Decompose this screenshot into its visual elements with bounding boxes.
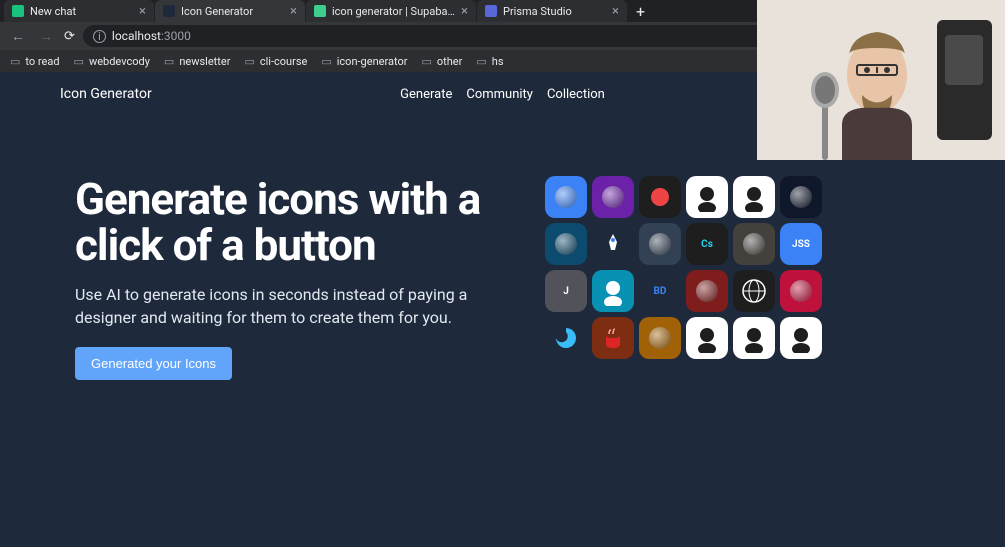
tab-close-icon[interactable]: × bbox=[139, 5, 146, 18]
bookmark-item[interactable]: ▭ to read bbox=[10, 55, 60, 68]
bookmark-label: hs bbox=[492, 55, 504, 68]
generated-icon[interactable] bbox=[545, 317, 587, 359]
tab-favicon bbox=[163, 5, 175, 17]
browser-tab[interactable]: Icon Generator × bbox=[155, 0, 305, 22]
generated-icon[interactable] bbox=[639, 176, 681, 218]
folder-icon: ▭ bbox=[421, 55, 431, 68]
folder-icon: ▭ bbox=[10, 55, 20, 68]
tab-title: New chat bbox=[30, 5, 133, 18]
generated-icon[interactable]: JSS bbox=[780, 223, 822, 265]
generated-icon[interactable] bbox=[592, 270, 634, 312]
generated-icon[interactable] bbox=[545, 223, 587, 265]
tab-title: Prisma Studio bbox=[503, 5, 606, 18]
hero-text: Generate icons with a click of a button … bbox=[75, 176, 505, 380]
bookmark-item[interactable]: ▭ webdevcody bbox=[74, 55, 150, 68]
new-tab-button[interactable]: + bbox=[628, 2, 653, 21]
browser-tab[interactable]: New chat × bbox=[4, 0, 154, 22]
tab-title: Icon Generator bbox=[181, 5, 284, 18]
tab-favicon bbox=[314, 5, 326, 17]
bookmark-item[interactable]: ▭ other bbox=[421, 55, 462, 68]
generated-icon[interactable] bbox=[733, 223, 775, 265]
generated-icon[interactable]: J bbox=[545, 270, 587, 312]
generated-icon[interactable] bbox=[592, 176, 634, 218]
tab-close-icon[interactable]: × bbox=[290, 5, 297, 18]
generated-icon[interactable] bbox=[686, 317, 728, 359]
generated-icon[interactable] bbox=[733, 176, 775, 218]
hero-title: Generate icons with a click of a button bbox=[75, 176, 505, 268]
tab-favicon bbox=[485, 5, 497, 17]
browser-tab[interactable]: Prisma Studio × bbox=[477, 0, 627, 22]
bookmark-item[interactable]: ▭ cli-course bbox=[244, 55, 307, 68]
folder-icon: ▭ bbox=[244, 55, 254, 68]
tab-close-icon[interactable]: × bbox=[612, 5, 619, 18]
generated-icon[interactable] bbox=[686, 176, 728, 218]
url-host: localhost bbox=[112, 29, 161, 43]
cta-button[interactable]: Generated your Icons bbox=[75, 347, 232, 380]
generated-icon[interactable] bbox=[592, 223, 634, 265]
bookmark-label: to read bbox=[25, 55, 59, 68]
folder-icon: ▭ bbox=[74, 55, 84, 68]
tab-title: icon generator | Supabase bbox=[332, 5, 455, 18]
generated-icon[interactable]: Cs bbox=[686, 223, 728, 265]
bookmark-label: icon-generator bbox=[337, 55, 408, 68]
folder-icon: ▭ bbox=[164, 55, 174, 68]
generated-icon[interactable] bbox=[592, 317, 634, 359]
tab-close-icon[interactable]: × bbox=[461, 5, 468, 18]
generated-icon[interactable] bbox=[639, 223, 681, 265]
bookmark-item[interactable]: ▭ hs bbox=[476, 55, 503, 68]
brand[interactable]: Icon Generator bbox=[60, 86, 152, 102]
bookmark-label: other bbox=[437, 55, 463, 68]
nav-link[interactable]: Community bbox=[466, 87, 533, 102]
nav-link[interactable]: Generate bbox=[400, 87, 452, 102]
bookmark-item[interactable]: ▭ icon-generator bbox=[321, 55, 407, 68]
generated-icon[interactable] bbox=[686, 270, 728, 312]
generated-icon[interactable] bbox=[780, 176, 822, 218]
generated-icon[interactable] bbox=[545, 176, 587, 218]
back-button[interactable]: ← bbox=[8, 28, 28, 45]
generated-icon[interactable] bbox=[780, 270, 822, 312]
webcam-overlay bbox=[757, 0, 1005, 160]
generated-icon[interactable] bbox=[780, 317, 822, 359]
icon-grid: Cs JSS J BD bbox=[545, 176, 822, 380]
url-port: :3000 bbox=[161, 29, 191, 43]
reload-button[interactable]: ⟳ bbox=[64, 29, 75, 44]
bookmark-label: cli-course bbox=[260, 55, 307, 68]
generated-icon[interactable]: BD bbox=[639, 270, 681, 312]
tab-favicon bbox=[12, 5, 24, 17]
bookmark-item[interactable]: ▭ newsletter bbox=[164, 55, 231, 68]
folder-icon: ▭ bbox=[321, 55, 331, 68]
forward-button[interactable]: → bbox=[36, 28, 56, 45]
generated-icon[interactable] bbox=[733, 317, 775, 359]
nav-link[interactable]: Collection bbox=[547, 87, 605, 102]
nav-links: Generate Community Collection bbox=[400, 87, 605, 102]
site-info-icon[interactable]: i bbox=[93, 30, 106, 43]
bookmark-label: newsletter bbox=[179, 55, 230, 68]
folder-icon: ▭ bbox=[476, 55, 486, 68]
browser-tab[interactable]: icon generator | Supabase × bbox=[306, 0, 476, 22]
hero-subtitle: Use AI to generate icons in seconds inst… bbox=[75, 284, 505, 329]
bookmark-label: webdevcody bbox=[89, 55, 150, 68]
generated-icon[interactable] bbox=[639, 317, 681, 359]
generated-icon[interactable] bbox=[733, 270, 775, 312]
